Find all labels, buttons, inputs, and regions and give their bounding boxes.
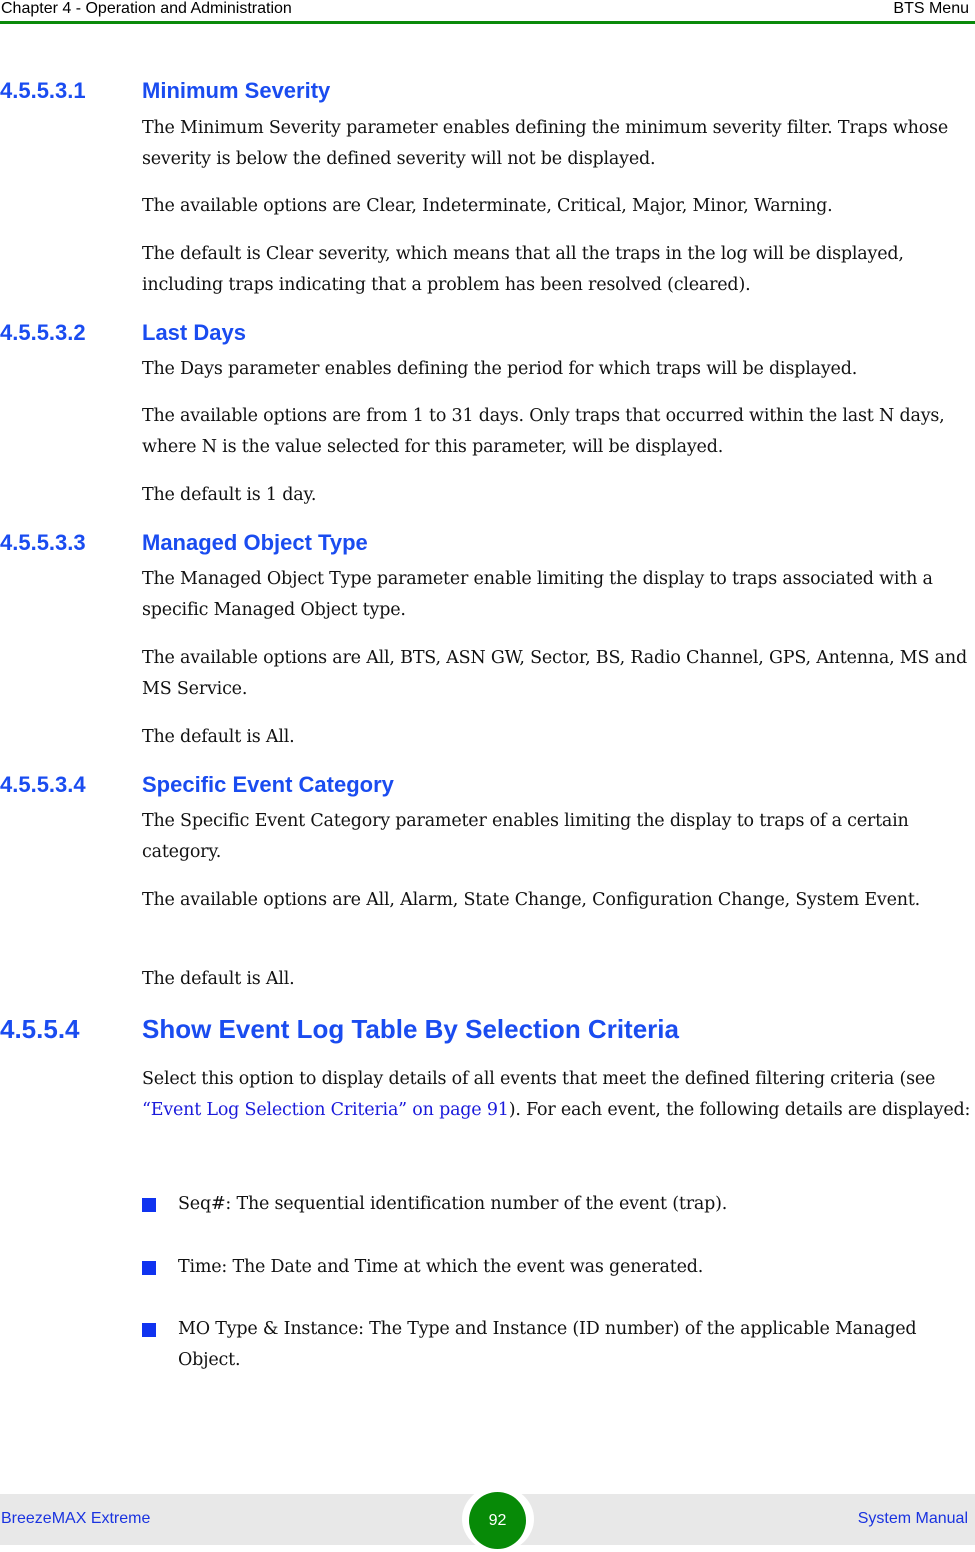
paragraph: The Days parameter enables defining the … [142, 359, 858, 379]
list-item-text: Seq#: The sequential identification numb… [178, 1194, 728, 1214]
heading-number: 4.5.5.3.2 [0, 320, 86, 345]
bullet-square-icon [142, 1198, 156, 1212]
paragraph: The Specific Event Category parameter en… [142, 811, 909, 862]
heading-title: Show Event Log Table By Selection Criter… [142, 1014, 679, 1044]
paragraph: The default is 1 day. [142, 485, 317, 505]
paragraph: The Managed Object Type parameter enable… [142, 569, 933, 620]
product-name: BreezeMAX Extreme [1, 1510, 151, 1527]
paragraph: The available options are Clear, Indeter… [142, 196, 833, 216]
page-footer: BreezeMAX Extreme 92 System Manual [0, 1486, 975, 1552]
heading-number: 4.5.5.3.1 [0, 78, 86, 103]
heading-title: Specific Event Category [142, 772, 394, 797]
intro-text: Select this option to display details of… [142, 1069, 936, 1089]
paragraph: The Minimum Severity parameter enables d… [142, 118, 948, 169]
heading-number: 4.5.5.4 [0, 1014, 80, 1044]
bullet-square-icon [142, 1323, 156, 1337]
list-item-text: MO Type & Instance: The Type and Instanc… [178, 1319, 917, 1370]
paragraph: The default is Clear severity, which mea… [142, 244, 904, 295]
heading-title: Managed Object Type [142, 530, 368, 555]
bullet-square-icon [142, 1261, 156, 1275]
document-type: System Manual [857, 1510, 968, 1527]
heading-title: Minimum Severity [142, 78, 331, 103]
intro-text: ). For each event, the following details… [508, 1100, 971, 1120]
page-header: Chapter 4 - Operation and Administration… [0, 0, 975, 22]
heading-number: 4.5.5.3.3 [0, 530, 86, 555]
page-number-badge: 92 [469, 1492, 526, 1549]
list-item-text: Time: The Date and Time at which the eve… [178, 1257, 704, 1277]
paragraph: The available options are from 1 to 31 d… [142, 406, 945, 457]
section-name: BTS Menu [893, 0, 969, 17]
cross-reference-link[interactable]: “Event Log Selection Criteria” on page 9… [142, 1100, 509, 1120]
header-divider [0, 21, 975, 24]
heading-number: 4.5.5.3.4 [0, 772, 86, 797]
paragraph: The available options are All, BTS, ASN … [142, 648, 967, 699]
chapter-title: Chapter 4 - Operation and Administration [1, 0, 292, 17]
heading-title: Last Days [142, 320, 246, 345]
paragraph: The default is All. [142, 727, 295, 747]
paragraph: The available options are All, Alarm, St… [142, 890, 921, 910]
paragraph-intro: Select this option to display details of… [142, 1064, 972, 1126]
paragraph: The default is All. [142, 969, 295, 989]
